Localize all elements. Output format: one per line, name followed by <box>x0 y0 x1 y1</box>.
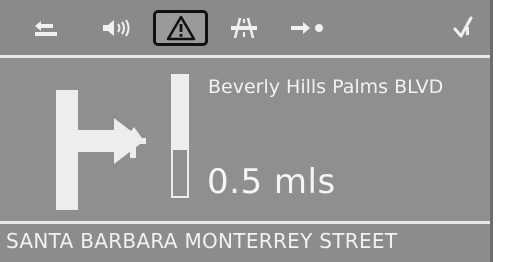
current-street-bar: SANTA BARBARA MONTERREY STREET <box>0 224 490 262</box>
navigation-screen: Beverly Hills Palms BLVD 0.5 mls SANTA B… <box>0 0 493 262</box>
confirm-button[interactable] <box>448 10 478 46</box>
current-street-name: SANTA BARBARA MONTERREY STREET <box>6 229 398 253</box>
distance-progress-fill <box>173 76 187 151</box>
distance-to-turn: 0.5 mls <box>207 162 336 202</box>
warning-button[interactable] <box>153 10 208 46</box>
destination-icon <box>291 22 323 34</box>
distance-progress-bar <box>171 74 189 198</box>
turn-right-arrow-icon <box>56 90 146 210</box>
checkmark-icon <box>453 16 473 38</box>
guidance-panel: Beverly Hills Palms BLVD 0.5 mls <box>0 58 490 222</box>
route-back-button[interactable] <box>28 10 64 46</box>
toolbar <box>0 0 490 55</box>
highway-button[interactable] <box>226 10 262 46</box>
warning-icon <box>166 15 195 41</box>
destination-button[interactable] <box>286 10 330 46</box>
route-back-icon <box>35 21 57 36</box>
next-street-name: Beverly Hills Palms BLVD <box>208 76 444 98</box>
volume-icon <box>103 19 130 37</box>
highway-icon <box>231 17 257 39</box>
volume-button[interactable] <box>98 10 138 46</box>
